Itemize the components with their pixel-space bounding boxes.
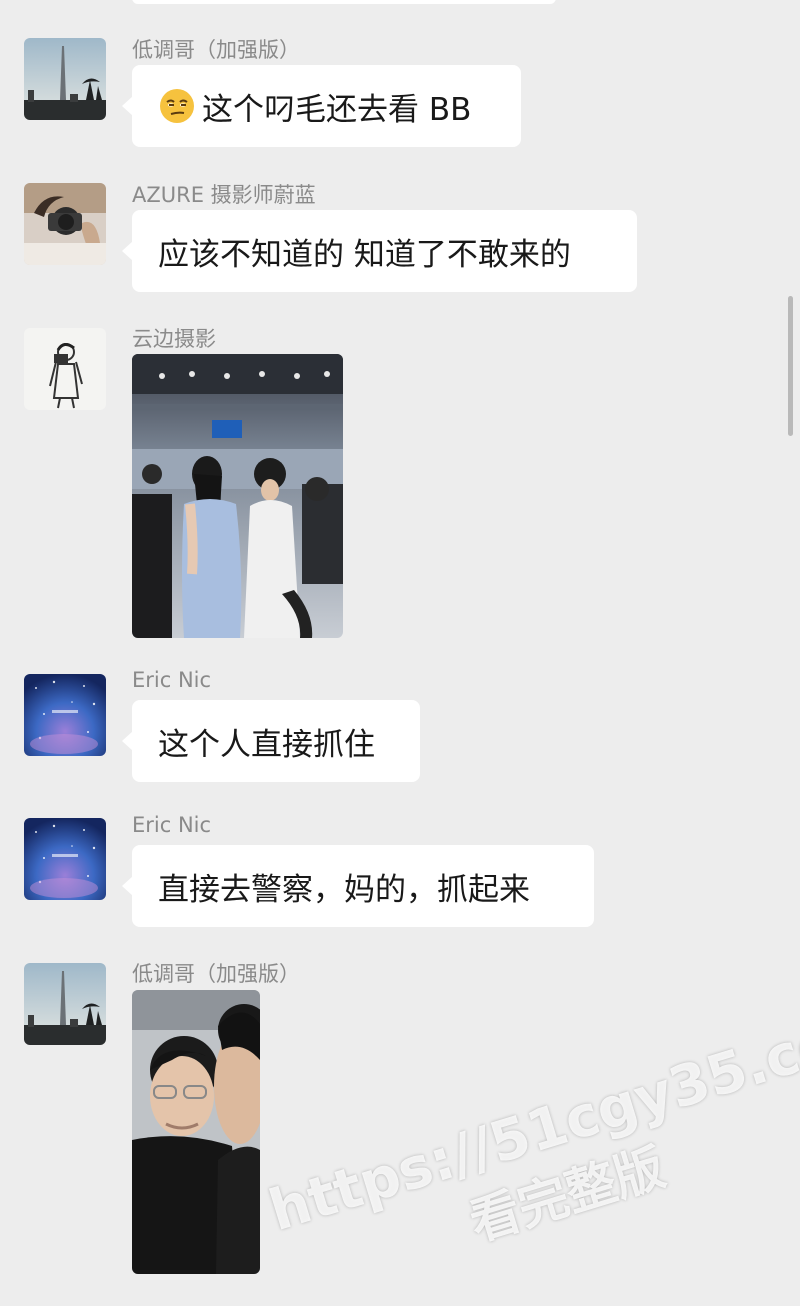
sender-name: AZURE 摄影师蔚蓝	[132, 183, 316, 207]
message-text: 应该不知道的 知道了不敢来的	[158, 236, 571, 273]
smirk-emoji-icon	[158, 87, 196, 125]
sender-name: Eric Nic	[132, 813, 212, 837]
message-text: 直接去警察，妈的，抓起来	[158, 871, 530, 908]
avatar[interactable]	[24, 38, 106, 120]
message-text: 这个叼毛还去看 BB	[202, 91, 472, 128]
message-bubble[interactable]: 应该不知道的 知道了不敢来的	[122, 210, 637, 292]
avatar[interactable]	[24, 183, 106, 265]
sender-name: 低调哥（加强版）	[132, 962, 300, 986]
scrollbar[interactable]	[788, 296, 793, 436]
avatar[interactable]	[24, 328, 106, 410]
avatar[interactable]	[24, 818, 106, 900]
sender-name: 云边摄影	[132, 327, 216, 351]
avatar[interactable]	[24, 674, 106, 756]
sender-name: Eric Nic	[132, 668, 212, 692]
message-bubble[interactable]: 这个叼毛还去看 BB	[122, 65, 521, 147]
photo-message[interactable]	[132, 990, 260, 1274]
message-text: 这个人直接抓住	[158, 726, 375, 763]
photo-message[interactable]	[132, 354, 343, 638]
avatar[interactable]	[24, 963, 106, 1045]
previous-message-bubble	[132, 0, 556, 4]
sender-name: 低调哥（加强版）	[132, 38, 300, 62]
message-bubble[interactable]: 直接去警察，妈的，抓起来	[122, 845, 594, 927]
message-bubble[interactable]: 这个人直接抓住	[122, 700, 420, 782]
